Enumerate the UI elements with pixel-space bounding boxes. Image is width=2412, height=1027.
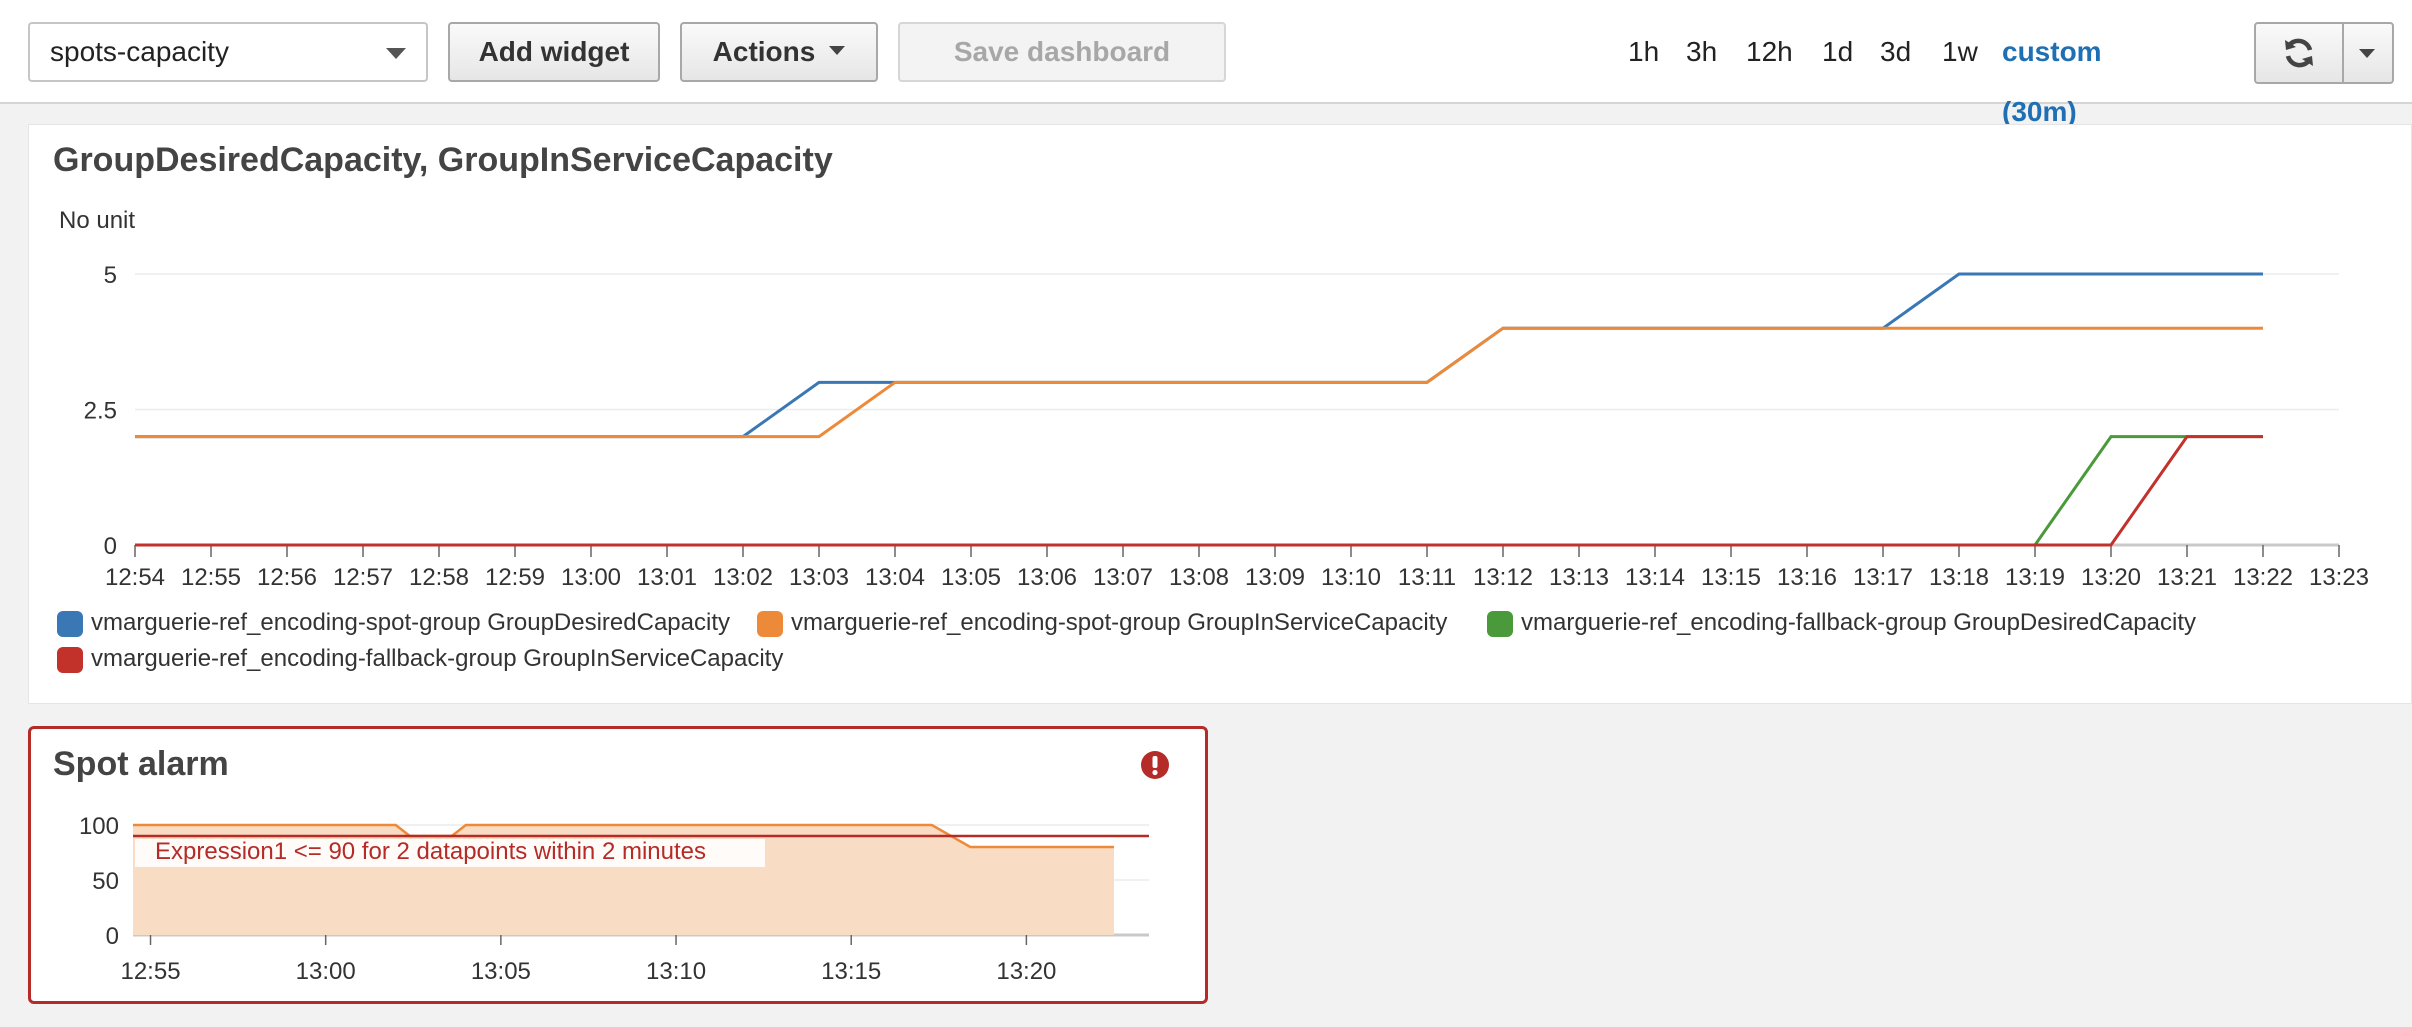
x-tick-label: 13:03	[789, 564, 849, 591]
range-1d[interactable]: 1d	[1822, 22, 1853, 82]
capacity-widget[interactable]: GroupDesiredCapacity, GroupInServiceCapa…	[28, 124, 2412, 704]
x-tick-label: 12:55	[120, 958, 180, 985]
range-12h[interactable]: 12h	[1746, 22, 1793, 82]
save-dashboard-button[interactable]: Save dashboard	[898, 22, 1226, 82]
spot-alarm-widget[interactable]: Spot alarm 100 50 0 12:55 13:00 13:05 13:10 13:…	[28, 726, 1208, 1004]
series-line	[135, 272, 2263, 439]
series-line	[135, 326, 2263, 439]
dashboard-select-value: spots-capacity	[50, 36, 229, 67]
x-tick-label: 13:09	[1245, 564, 1305, 591]
refresh-button[interactable]	[2256, 24, 2342, 82]
range-3d[interactable]: 3d	[1880, 22, 1911, 82]
x-tick-label: 13:15	[1701, 564, 1761, 591]
dashboard-toolbar: spots-capacity Add widget Actions Save d…	[0, 0, 2412, 176]
x-tick-label: 13:00	[296, 958, 356, 985]
x-tick-label: 13:10	[1321, 564, 1381, 591]
x-tick-label: 13:04	[865, 564, 925, 591]
series-line	[135, 435, 2263, 547]
add-widget-button[interactable]: Add widget	[448, 22, 660, 82]
range-1w[interactable]: 1w	[1942, 22, 1978, 82]
x-tick-label: 13:14	[1625, 564, 1685, 591]
x-tick-label: 12:54	[105, 564, 165, 591]
legend-swatch	[57, 611, 83, 637]
dashboard-select[interactable]: spots-capacity	[28, 22, 428, 82]
x-tick-label: 12:56	[257, 564, 317, 591]
x-tick-label: 13:17	[1853, 564, 1913, 591]
save-dashboard-label: Save dashboard	[953, 36, 1171, 67]
chevron-down-icon	[829, 46, 846, 56]
legend-label: vmarguerie-ref_encoding-fallback-group G…	[1521, 609, 2196, 636]
x-tick-label: 13:00	[561, 564, 621, 591]
chevron-down-icon	[2359, 49, 2375, 58]
legend-swatch	[57, 647, 83, 673]
y-tick-label: 5	[104, 262, 117, 289]
actions-label: Actions	[712, 36, 816, 67]
x-tick-label: 13:18	[1929, 564, 1989, 591]
x-tick-label: 13:15	[821, 958, 881, 985]
x-tick-label: 13:20	[2081, 564, 2141, 591]
range-1h[interactable]: 1h	[1628, 22, 1659, 82]
legend-label: vmarguerie-ref_encoding-spot-group Group…	[791, 609, 1448, 636]
legend-label: vmarguerie-ref_encoding-spot-group Group…	[91, 609, 730, 636]
x-tick-label: 13:05	[471, 958, 531, 985]
x-tick-label: 12:57	[333, 564, 393, 591]
alarm-threshold-label: Expression1 <= 90 for 2 datapoints withi…	[155, 838, 706, 865]
x-tick-label: 13:10	[646, 958, 706, 985]
x-tick-label: 13:11	[1398, 564, 1456, 591]
legend-swatch	[757, 611, 783, 637]
x-tick-label: 13:02	[713, 564, 773, 591]
x-tick-label: 12:58	[409, 564, 469, 591]
range-custom-label: custom (30m)	[2002, 36, 2102, 127]
actions-button[interactable]: Actions	[680, 22, 878, 82]
x-tick-label: 12:59	[485, 564, 545, 591]
x-tick-label: 13:23	[2309, 564, 2369, 591]
y-tick-label: 50	[92, 868, 119, 895]
capacity-line-chart[interactable]: 5 2.5 0 12:54 12:55 12:56 12:57 12:58 12:59 13:00…	[29, 125, 2412, 605]
y-tick-label: 100	[79, 813, 119, 840]
refresh-control	[2254, 22, 2394, 84]
legend-label: vmarguerie-ref_encoding-fallback-group G…	[91, 645, 784, 672]
y-tick-label: 0	[104, 533, 117, 560]
series-line	[135, 435, 2263, 547]
x-tick-label: 13:22	[2233, 564, 2293, 591]
x-tick-label: 13:07	[1093, 564, 1153, 591]
x-tick-label: 13:05	[941, 564, 1001, 591]
range-3h[interactable]: 3h	[1686, 22, 1717, 82]
x-tick-label: 13:06	[1017, 564, 1077, 591]
x-tick-label: 13:12	[1473, 564, 1533, 591]
x-tick-label: 13:21	[2157, 564, 2217, 591]
x-tick-label: 13:20	[996, 958, 1056, 985]
refresh-options-button[interactable]	[2344, 24, 2392, 82]
x-tick-label: 13:19	[2005, 564, 2065, 591]
x-tick-label: 13:01	[637, 564, 697, 591]
y-tick-label: 0	[106, 923, 119, 950]
add-widget-label: Add widget	[478, 36, 630, 67]
x-tick-label: 13:13	[1549, 564, 1609, 591]
x-tick-label: 12:55	[181, 564, 241, 591]
y-tick-label: 2.5	[84, 398, 117, 425]
x-tick-label: 13:08	[1169, 564, 1229, 591]
chevron-down-icon	[386, 48, 406, 59]
refresh-icon	[2285, 38, 2313, 68]
legend-swatch	[1487, 611, 1513, 637]
x-tick-label: 13:16	[1777, 564, 1837, 591]
